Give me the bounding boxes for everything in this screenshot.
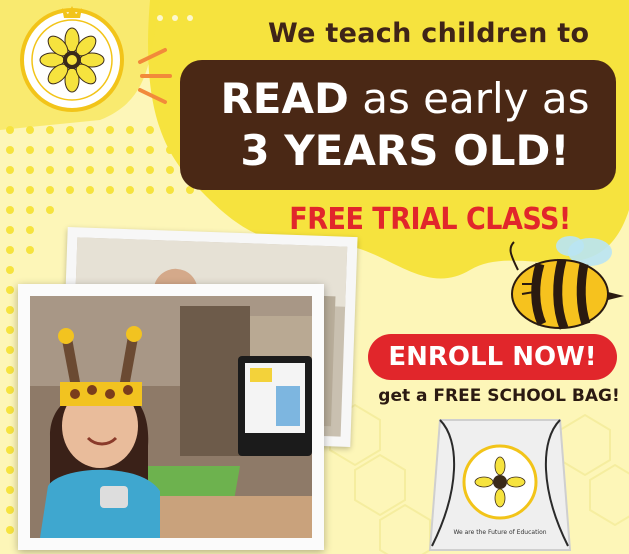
school-bag-image: We are the Future of Education: [428, 419, 572, 551]
photo-front: [18, 284, 324, 550]
headline-teach: We teach children to: [268, 18, 590, 49]
child-photo: [30, 296, 312, 538]
bag-print-text: We are the Future of Education: [453, 529, 546, 536]
headline-read-line: READ as early as: [200, 74, 610, 123]
child-photo-image: [30, 296, 312, 538]
free-trial-headline: FREE TRIAL CLASS!: [289, 202, 571, 237]
headline-read-rest: as early as: [348, 74, 590, 123]
headline-age: 3 YEARS OLD!: [240, 126, 570, 175]
academy-logo: [20, 6, 124, 112]
enroll-now-button[interactable]: ENROLL NOW!: [368, 334, 617, 380]
free-school-bag-text: get a FREE SCHOOL BAG!: [378, 386, 620, 406]
bee-illustration: [509, 236, 624, 330]
headline-read-word: READ: [220, 74, 349, 123]
